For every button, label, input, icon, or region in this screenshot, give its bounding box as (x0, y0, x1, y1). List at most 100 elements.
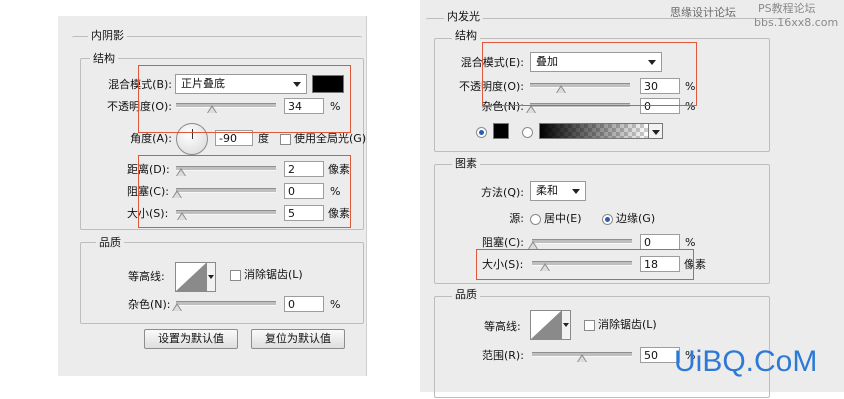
source-center-radio[interactable] (530, 214, 541, 225)
contour-label: 等高线: (128, 270, 165, 283)
watermark-uibq: UiBQ.CoM (674, 345, 818, 378)
source-edge-radio[interactable] (602, 214, 613, 225)
distance-input[interactable]: 2 (284, 161, 324, 177)
size-slider[interactable] (176, 210, 276, 220)
noise-slider-thumb[interactable] (172, 303, 182, 311)
opacity-label: 不透明度(O): (107, 100, 172, 113)
solid-color-radio[interactable] (476, 127, 487, 138)
choke-label: 阻塞(C): (482, 236, 524, 249)
global-light-label: 使用全局光(G) (294, 132, 367, 145)
choke-label: 阻塞(C): (127, 185, 169, 198)
anti-alias-checkbox[interactable] (230, 270, 241, 281)
choke-unit: % (685, 236, 696, 249)
blend-mode-select[interactable]: 叠加 (530, 52, 662, 72)
contour-dropdown-button[interactable] (207, 262, 216, 292)
gradient-radio[interactable] (522, 127, 533, 138)
contour-label: 等高线: (484, 320, 521, 333)
size-label: 大小(S): (127, 207, 169, 220)
angle-dial[interactable] (176, 123, 208, 155)
reset-default-button[interactable]: 复位为默认值 (251, 329, 345, 349)
noise-slider-thumb[interactable] (526, 105, 536, 113)
watermark-site-line1: 思缘设计论坛 (670, 6, 736, 20)
make-default-button[interactable]: 设置为默认值 (144, 329, 238, 349)
quality-legend: 品质 (452, 288, 480, 301)
blend-mode-label: 混合模式(E): (460, 56, 524, 69)
choke-slider-thumb[interactable] (528, 241, 538, 249)
distance-slider-thumb[interactable] (176, 168, 186, 176)
size-input[interactable]: 5 (284, 205, 324, 221)
opacity-slider-thumb[interactable] (207, 105, 217, 113)
size-slider-thumb[interactable] (540, 263, 550, 271)
contour-curve-icon (176, 263, 206, 291)
opacity-slider[interactable] (176, 103, 276, 113)
inner-shadow-panel: 内阴影 结构 混合模式(B): 正片叠底 不透明度(O): 34 % 角度(A)… (58, 16, 367, 376)
blend-mode-value: 正片叠底 (181, 77, 225, 90)
choke-slider[interactable] (172, 188, 276, 198)
technique-label: 方法(Q): (481, 186, 524, 199)
anti-alias-checkbox[interactable] (584, 320, 595, 331)
range-slider[interactable] (532, 352, 632, 362)
blend-mode-select[interactable]: 正片叠底 (175, 74, 307, 94)
anti-alias-label: 消除锯齿(L) (244, 268, 303, 281)
panel-title: 内发光 (444, 10, 483, 23)
opacity-slider-thumb[interactable] (556, 85, 566, 93)
choke-unit: % (330, 185, 341, 198)
technique-value: 柔和 (536, 184, 558, 197)
choke-input[interactable]: 0 (284, 183, 324, 199)
choke-slider[interactable] (528, 239, 632, 249)
contour-dropdown-button[interactable] (562, 310, 571, 340)
distance-slider[interactable] (176, 166, 276, 176)
opacity-unit: % (685, 80, 696, 93)
noise-input[interactable]: 0 (640, 98, 680, 114)
source-edge-label: 边缘(G) (616, 212, 656, 225)
range-slider-thumb[interactable] (577, 354, 587, 362)
inner-glow-panel: 内发光 结构 混合模式(E): 叠加 不透明度(O): 30 % 杂色(N): … (420, 0, 844, 398)
gradient-dropdown-button[interactable] (649, 123, 663, 139)
size-slider-thumb[interactable] (177, 212, 187, 220)
watermark-text-1: 思缘设计论坛 (670, 6, 736, 19)
chevron-down-icon (652, 130, 660, 135)
source-label: 源: (509, 212, 524, 225)
angle-input[interactable]: -90 (215, 130, 253, 146)
size-unit: 像素 (328, 207, 350, 220)
blend-mode-value: 叠加 (536, 55, 558, 68)
noise-label: 杂色(N): (481, 100, 524, 113)
structure-legend: 结构 (90, 52, 118, 65)
choke-slider-thumb[interactable] (172, 190, 182, 198)
noise-input[interactable]: 0 (284, 296, 324, 312)
opacity-label: 不透明度(O): (459, 80, 524, 93)
choke-input[interactable]: 0 (640, 234, 680, 250)
gradient-picker[interactable] (539, 123, 649, 139)
opacity-input[interactable]: 30 (640, 78, 680, 94)
global-light-checkbox[interactable] (280, 134, 291, 145)
watermark-site-line2: PS教程论坛 (758, 2, 816, 15)
opacity-unit: % (330, 100, 341, 113)
size-label: 大小(S): (482, 258, 524, 271)
angle-unit: 度 (258, 132, 269, 145)
noise-unit: % (685, 100, 696, 113)
noise-unit: % (330, 298, 341, 311)
contour-curve-icon (531, 311, 561, 339)
opacity-slider[interactable] (530, 83, 630, 93)
chevron-down-icon (293, 82, 301, 87)
size-slider[interactable] (532, 261, 632, 271)
size-input[interactable]: 18 (640, 256, 680, 272)
noise-slider[interactable] (172, 301, 276, 311)
chevron-down-icon (572, 189, 580, 194)
blend-mode-label: 混合模式(B): (108, 78, 172, 91)
structure-legend: 结构 (452, 29, 480, 42)
opacity-input[interactable]: 34 (284, 98, 324, 114)
contour-picker[interactable] (530, 310, 562, 340)
noise-label: 杂色(N): (128, 298, 171, 311)
distance-unit: 像素 (328, 163, 350, 176)
elements-legend: 图素 (452, 157, 480, 170)
technique-select[interactable]: 柔和 (530, 181, 586, 201)
source-center-label: 居中(E) (544, 212, 582, 225)
angle-label: 角度(A): (130, 132, 172, 145)
noise-slider[interactable] (526, 103, 630, 113)
size-unit: 像素 (684, 258, 706, 271)
watermark-site-line3: bbs.16xx8.com (754, 16, 839, 29)
contour-picker[interactable] (175, 262, 207, 292)
shadow-color-swatch[interactable] (312, 75, 344, 93)
glow-color-swatch[interactable] (493, 123, 509, 139)
